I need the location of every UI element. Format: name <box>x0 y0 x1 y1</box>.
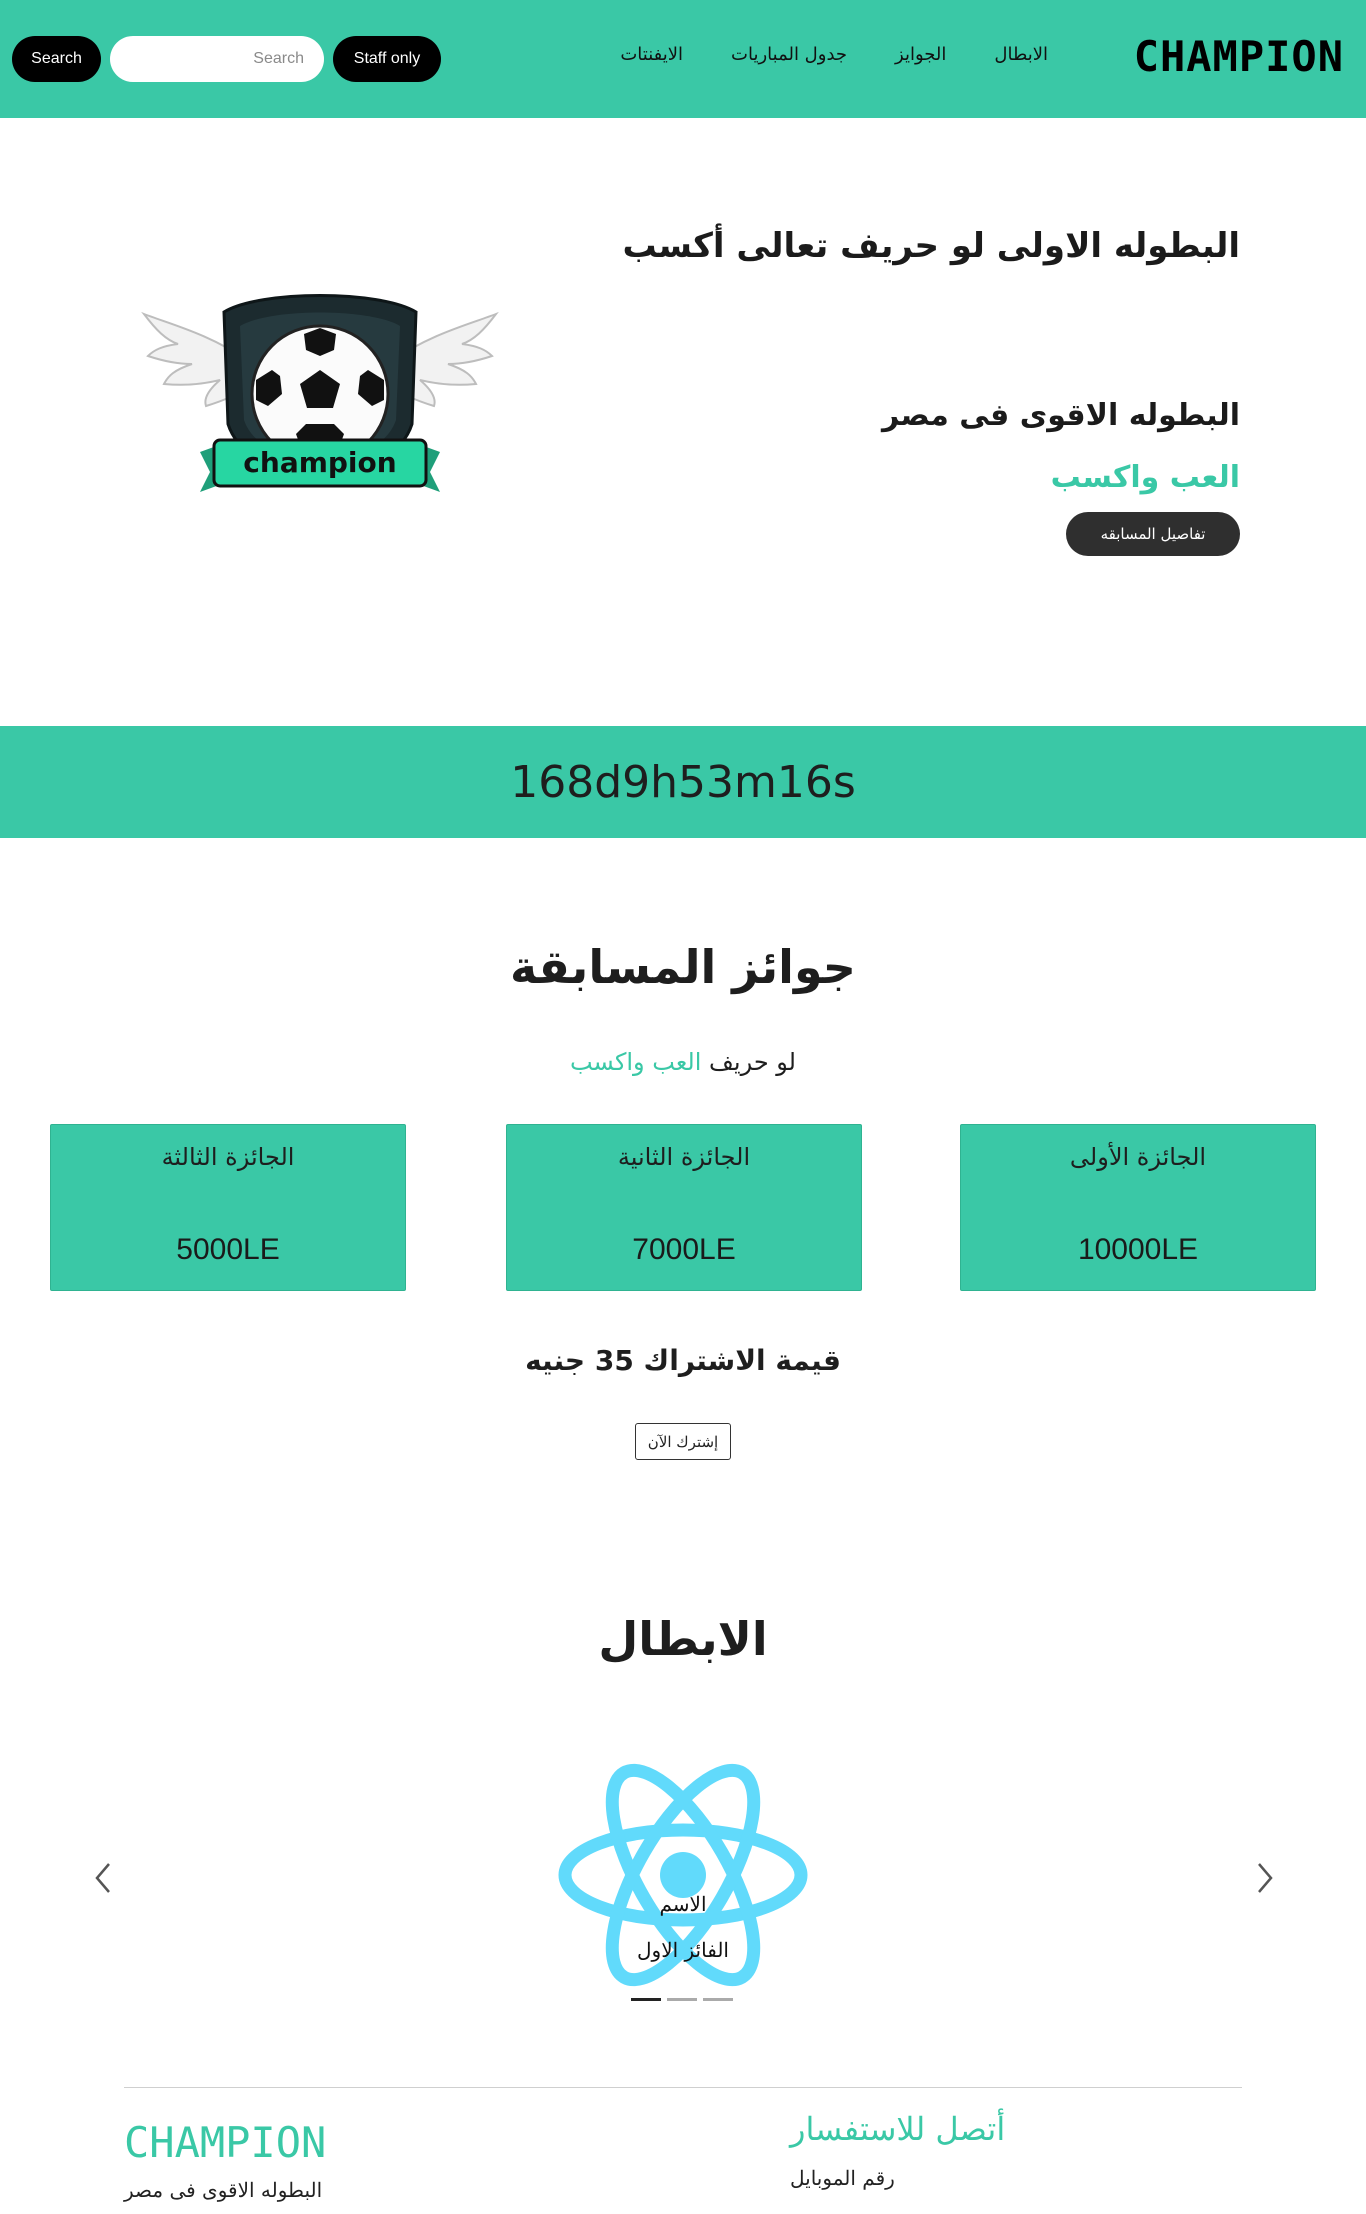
carousel-indicator[interactable] <box>631 1998 661 2001</box>
footer-divider <box>124 2087 1242 2088</box>
prize-card-third: الجائزة الثالثة 5000LE <box>50 1124 406 1291</box>
hero-title: البطوله الاولى لو حريف تعالى أكسب <box>622 226 1240 266</box>
search-button[interactable]: Search <box>12 36 101 82</box>
hero-highlight: العب واكسب <box>1050 460 1240 495</box>
logo-text: champion <box>243 446 396 479</box>
champions-title: الابطال <box>598 1612 768 1666</box>
carousel-indicator[interactable] <box>703 1998 733 2001</box>
champion-logo-icon: champion <box>141 294 499 492</box>
hero-subtitle: البطوله الاقوى فى مصر <box>882 398 1240 433</box>
footer-tagline: البطوله الاقوى فى مصر <box>124 2178 323 2202</box>
footer-mobile-label: رقم الموبايل <box>790 2166 895 2190</box>
prize-name: الجائزة الأولى <box>1069 1143 1207 1171</box>
prizes-subtitle-highlight: العب واكسب <box>569 1048 702 1076</box>
champion-place: الفائز الاول <box>637 1938 729 1962</box>
prize-card-first: الجائزة الأولى 10000LE <box>960 1124 1316 1291</box>
brand-logo-text[interactable]: CHAMPION <box>1134 32 1344 81</box>
countdown-timer: 168d9h53m16s <box>510 756 856 808</box>
prize-name: الجائزة الثانية <box>617 1143 751 1171</box>
prize-value: 5000LE <box>176 1233 280 1266</box>
prizes-subtitle: لو حريف العب واكسب <box>0 1048 1366 1076</box>
navbar: Search Staff only الابطال الجوايز جدول ا… <box>0 0 1366 118</box>
carousel-indicators <box>631 1998 733 2001</box>
prizes-subtitle-plain: لو حريف <box>709 1048 796 1076</box>
nav-links: الابطال الجوايز جدول المباريات الايفنتات <box>620 44 1048 65</box>
nav-link-schedule[interactable]: جدول المباريات <box>731 44 847 65</box>
subscription-fee: قيمة الاشتراك 35 جنيه <box>525 1344 841 1377</box>
subscribe-button[interactable]: إشترك الآن <box>635 1423 731 1460</box>
prize-card-second: الجائزة الثانية 7000LE <box>506 1124 862 1291</box>
prizes-title: جوائز المسابقة <box>510 940 856 994</box>
search-input[interactable] <box>110 36 324 82</box>
nav-link-champions[interactable]: الابطال <box>994 44 1048 65</box>
nav-link-prizes[interactable]: الجوايز <box>895 44 946 65</box>
prize-value: 7000LE <box>632 1233 736 1266</box>
footer-contact-title: أتصل للاستفسار <box>790 2110 1006 2148</box>
staff-only-button[interactable]: Staff only <box>333 36 441 82</box>
details-button[interactable]: تفاصيل المسابقه <box>1066 512 1240 556</box>
prize-value: 10000LE <box>1077 1233 1199 1266</box>
champion-name: الاسم <box>659 1892 707 1916</box>
nav-link-events[interactable]: الايفنتات <box>620 44 683 65</box>
countdown-bar: 168d9h53m16s <box>0 726 1366 838</box>
footer-brand: CHAMPION <box>124 2118 327 2167</box>
carousel-indicator[interactable] <box>667 1998 697 2001</box>
prize-name: الجائزة الثالثة <box>161 1143 295 1171</box>
